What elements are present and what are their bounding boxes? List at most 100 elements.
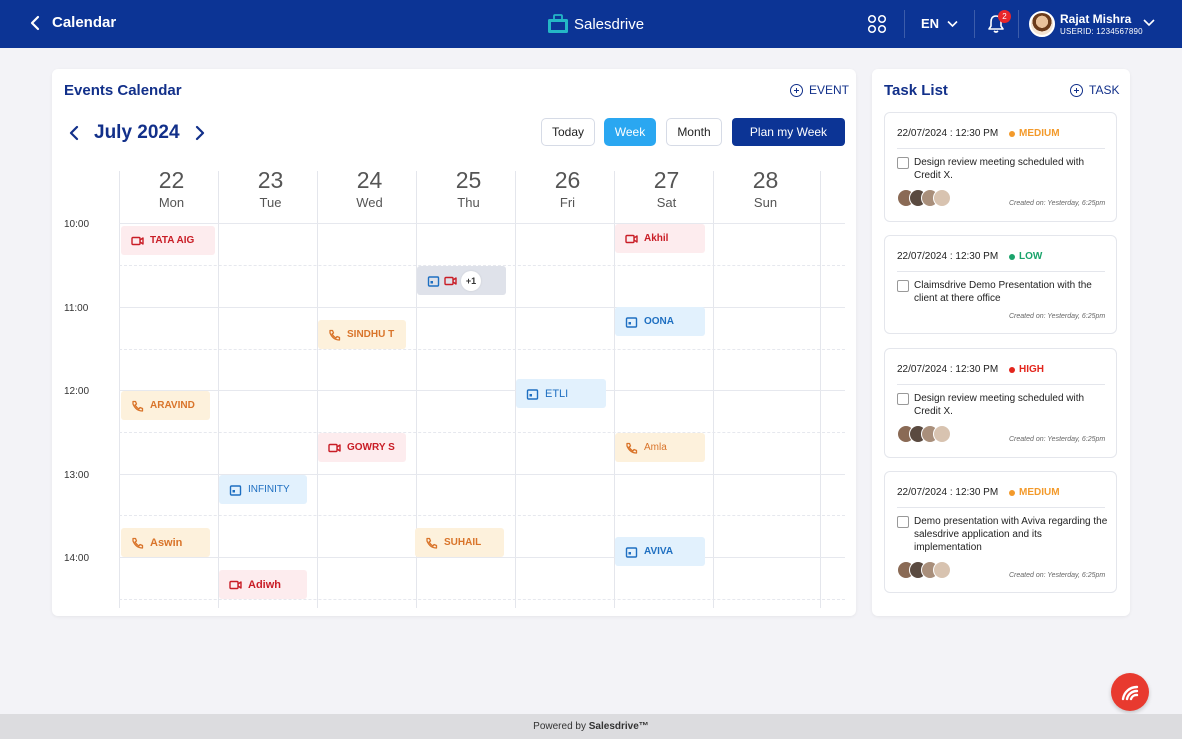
created-on: Created on: Yesterday, 6:25pm	[1009, 313, 1106, 320]
day-name: Tue	[259, 195, 282, 210]
day-number[interactable]: 26	[518, 167, 617, 194]
assignee-avatars	[897, 189, 951, 207]
phone-icon	[329, 329, 341, 341]
priority-dot	[1009, 130, 1015, 137]
event-label: TATA AIG	[150, 235, 195, 246]
task-checkbox[interactable]	[897, 393, 909, 405]
support-chat-button[interactable]	[1111, 673, 1149, 711]
video-camera-icon	[625, 234, 638, 243]
video-camera-icon	[229, 580, 242, 589]
events-calendar-card: Events Calendar EVENT July 2024 Today We…	[52, 69, 856, 616]
event-label: GOWRY S	[347, 442, 395, 453]
language-selector[interactable]: EN	[921, 16, 958, 31]
event-chip[interactable]: ARAVIND	[121, 391, 210, 420]
priority-dot	[1009, 489, 1015, 496]
apps-grid-icon[interactable]	[867, 14, 887, 34]
day-name: Wed	[356, 195, 383, 210]
task-description: Claimsdrive Demo Presentation with the c…	[914, 280, 1092, 304]
task-card[interactable]: 22/07/2024 : 12:30 PM MEDIUM Design revi…	[884, 112, 1117, 222]
day-number[interactable]: 22	[122, 167, 221, 194]
priority-label: MEDIUM	[1019, 487, 1060, 498]
language-label: EN	[921, 16, 940, 31]
briefcase-logo-icon	[548, 14, 568, 33]
priority-badge: HIGH	[1009, 364, 1044, 375]
day-name: Sat	[656, 195, 677, 210]
user-avatar[interactable]	[1029, 11, 1055, 37]
event-chip[interactable]: Akhil	[615, 224, 705, 253]
event-label: AVIVA	[644, 546, 674, 557]
day-number[interactable]: 24	[320, 167, 419, 194]
footer: Powered by Salesdrive™	[0, 714, 1182, 739]
event-group-chip[interactable]: +1	[417, 266, 506, 295]
video-camera-icon	[131, 236, 144, 245]
footer-brand: Salesdrive™	[588, 721, 649, 732]
task-card[interactable]: 22/07/2024 : 12:30 PM HIGH Design review…	[884, 348, 1117, 458]
add-task-label: TASK	[1089, 83, 1120, 97]
task-datetime: 22/07/2024 : 12:30 PM	[897, 364, 999, 375]
half-hour-line	[119, 515, 845, 516]
task-checkbox[interactable]	[897, 157, 909, 169]
day-name: Sun	[753, 195, 778, 210]
calendar-icon	[625, 316, 638, 328]
event-label: SINDHU T	[347, 329, 395, 340]
priority-label: HIGH	[1019, 364, 1044, 375]
page-title: Calendar	[52, 14, 117, 31]
week-grid: 22 Mon 23 Tue 24 Wed 25 Thu 26 Fri 27 Sa…	[52, 69, 856, 616]
event-label: Amla	[644, 442, 667, 453]
event-chip[interactable]: SUHAIL	[415, 528, 504, 557]
day-name: Mon	[158, 195, 185, 210]
event-label: Aswin	[150, 536, 183, 549]
calendar-icon	[229, 484, 242, 496]
event-chip[interactable]: ETLI	[516, 379, 606, 408]
hour-line	[119, 307, 845, 308]
top-bar: Calendar Salesdrive EN 2 Rajat Mishra US…	[0, 0, 1182, 48]
event-chip[interactable]: GOWRY S	[318, 433, 406, 462]
task-checkbox[interactable]	[897, 280, 909, 292]
notification-badge: 2	[998, 10, 1011, 23]
day-number[interactable]: 23	[221, 167, 320, 194]
avatar	[933, 561, 951, 579]
more-events-count[interactable]: +1	[461, 270, 481, 291]
day-number[interactable]: 28	[716, 167, 815, 194]
task-card[interactable]: 22/07/2024 : 12:30 PM MEDIUM Demo presen…	[884, 471, 1117, 593]
created-on: Created on: Yesterday, 6:25pm	[1009, 200, 1106, 207]
divider	[897, 148, 1105, 149]
day-name: Fri	[559, 195, 576, 210]
calendar-icon	[427, 275, 440, 287]
event-chip[interactable]: Amla	[615, 433, 705, 462]
event-label: OONA	[644, 316, 674, 327]
header-divider	[974, 10, 975, 38]
task-card[interactable]: 22/07/2024 : 12:30 PM LOW Claimsdrive De…	[884, 235, 1117, 334]
task-datetime: 22/07/2024 : 12:30 PM	[897, 251, 999, 262]
event-label: ARAVIND	[150, 400, 195, 411]
event-chip[interactable]: Aswin	[121, 528, 210, 557]
created-on: Created on: Yesterday, 6:25pm	[1009, 436, 1106, 443]
priority-badge: MEDIUM	[1009, 487, 1060, 498]
user-menu-chevron-icon[interactable]	[1143, 18, 1155, 28]
brand-name: Salesdrive	[574, 15, 645, 33]
event-chip[interactable]: AVIVA	[615, 537, 705, 566]
event-chip[interactable]: INFINITY	[219, 475, 307, 504]
phone-icon	[132, 400, 144, 412]
time-label: 13:00	[64, 470, 90, 481]
task-datetime: 22/07/2024 : 12:30 PM	[897, 487, 999, 498]
event-chip[interactable]: OONA	[615, 307, 705, 336]
task-datetime: 22/07/2024 : 12:30 PM	[897, 128, 999, 139]
task-list-card: Task List TASK 22/07/2024 : 12:30 PM MED…	[872, 69, 1130, 616]
calendar-icon	[526, 388, 539, 400]
signal-waves-icon	[1121, 685, 1139, 701]
time-label: 14:00	[64, 553, 90, 564]
event-chip[interactable]: SINDHU T	[318, 320, 406, 349]
plus-circle-icon	[1070, 83, 1083, 97]
assignee-avatars	[897, 425, 951, 443]
add-task-button[interactable]: TASK	[1070, 83, 1119, 97]
task-checkbox[interactable]	[897, 516, 909, 528]
event-chip[interactable]: Adiwh	[219, 570, 307, 599]
phone-icon	[626, 442, 638, 454]
chevron-left-icon	[30, 15, 40, 30]
day-number[interactable]: 25	[419, 167, 518, 194]
event-chip[interactable]: TATA AIG	[121, 226, 215, 255]
back-button[interactable]: Calendar	[28, 14, 116, 31]
header-divider	[1018, 10, 1019, 38]
day-number[interactable]: 27	[617, 167, 716, 194]
